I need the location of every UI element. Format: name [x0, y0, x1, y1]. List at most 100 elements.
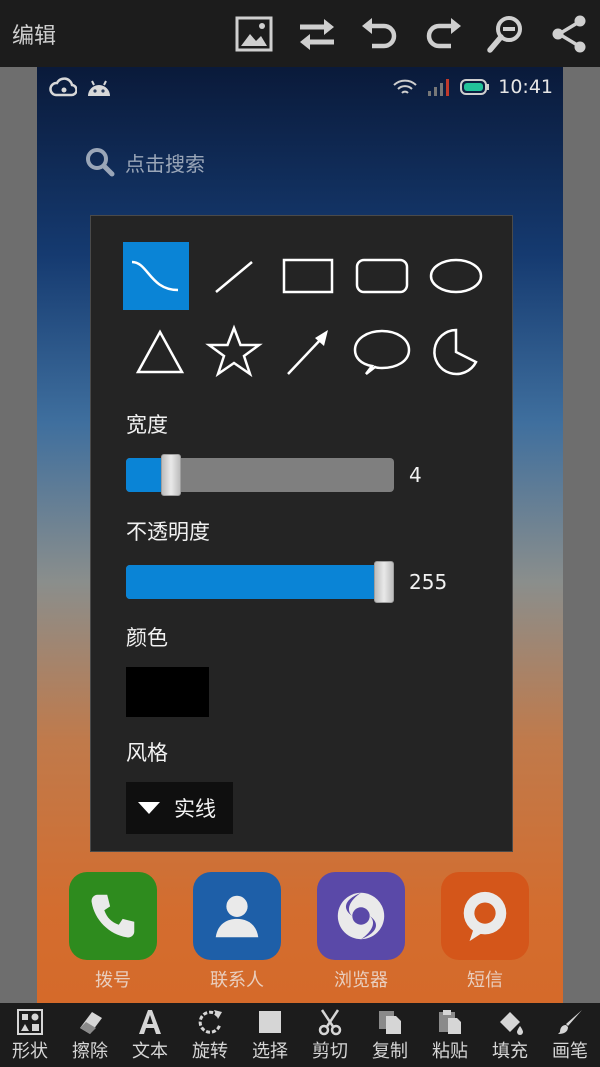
rounded-rectangle-icon — [355, 258, 409, 294]
swap-button[interactable] — [285, 0, 348, 67]
tool-label: 选择 — [252, 1040, 288, 1062]
triangle-icon — [135, 329, 185, 374]
tool-label: 旋转 — [192, 1040, 228, 1062]
tool-label: 粘贴 — [432, 1040, 468, 1062]
tool-paste[interactable]: 粘贴 — [420, 1003, 480, 1067]
app-tile — [193, 872, 281, 960]
star-icon — [205, 324, 263, 378]
tool-fill[interactable]: 填充 — [480, 1003, 540, 1067]
opacity-value: 255 — [409, 570, 448, 594]
app-dock: 拨号 联系人 浏览器 短信 — [37, 867, 563, 1003]
color-label: 颜色 — [126, 626, 168, 650]
shape-speech-bubble[interactable] — [345, 318, 419, 386]
style-label: 风格 — [126, 741, 168, 765]
copy-icon — [379, 1010, 401, 1034]
top-action-bar: 编辑 — [0, 0, 600, 67]
app-browser: 浏览器 — [316, 872, 406, 992]
tool-label: 填充 — [492, 1040, 528, 1062]
tool-shapes[interactable]: 形状 — [0, 1003, 60, 1067]
arrow-icon — [287, 330, 328, 375]
scissors-icon — [318, 1008, 342, 1035]
shape-ellipse[interactable] — [419, 242, 493, 310]
redo-icon — [426, 17, 461, 48]
speech-bubble-icon — [353, 329, 411, 375]
app-label: 联系人 — [210, 970, 264, 991]
opacity-slider-fill — [126, 565, 384, 599]
width-label: 宽度 — [126, 413, 168, 437]
app-label: 浏览器 — [334, 970, 388, 991]
select-icon — [259, 1010, 281, 1033]
opacity-slider-thumb[interactable] — [374, 561, 394, 603]
zoom-out-icon — [486, 15, 522, 53]
shape-triangle[interactable] — [123, 318, 197, 386]
undo-icon — [361, 17, 396, 48]
phone-icon — [91, 894, 135, 938]
tool-cut[interactable]: 剪切 — [300, 1003, 360, 1067]
app-contacts: 联系人 — [192, 872, 282, 992]
tool-eraser[interactable]: 擦除 — [60, 1003, 120, 1067]
signal-icon — [428, 79, 450, 96]
message-icon — [463, 891, 507, 942]
app-label: 拨号 — [95, 970, 131, 991]
swap-icon — [299, 18, 334, 50]
shape-curve[interactable] — [123, 242, 189, 310]
shape-row — [123, 318, 493, 394]
tool-label: 画笔 — [552, 1040, 588, 1062]
image-button[interactable] — [222, 0, 285, 67]
tool-label: 文本 — [132, 1040, 168, 1062]
tool-copy[interactable]: 复制 — [360, 1003, 420, 1067]
screen-title: 编辑 — [12, 23, 57, 49]
search-placeholder: 点击搜索 — [125, 151, 205, 176]
tool-brush[interactable]: 画笔 — [540, 1003, 600, 1067]
app-tile — [69, 872, 157, 960]
share-button[interactable] — [537, 0, 600, 67]
android-icon — [88, 80, 110, 96]
line-style-value: 实线 — [174, 797, 216, 821]
shape-row — [123, 242, 493, 318]
status-bar: 10:41 — [37, 67, 563, 107]
eraser-icon — [80, 1011, 102, 1034]
zoom-out-button[interactable] — [474, 0, 537, 67]
status-time: 10:41 — [498, 76, 553, 98]
width-value: 4 — [409, 463, 422, 487]
app-label: 短信 — [467, 970, 503, 991]
shape-picker — [123, 242, 493, 394]
tool-text[interactable]: 文本 — [120, 1003, 180, 1067]
shape-pie[interactable] — [419, 318, 493, 386]
width-slider[interactable] — [126, 454, 394, 496]
app-tile — [441, 872, 529, 960]
line-icon — [215, 261, 253, 293]
shape-star[interactable] — [197, 318, 271, 386]
contacts-icon — [215, 895, 259, 938]
opacity-slider[interactable] — [126, 561, 394, 603]
rectangle-icon — [282, 258, 334, 294]
pie-icon — [433, 328, 478, 376]
redo-button[interactable] — [411, 0, 474, 67]
bottom-toolbar: 形状 擦除 文本 旋转 选择 剪切 复制 粘贴 填充 画笔 — [0, 1003, 600, 1067]
tool-select[interactable]: 选择 — [240, 1003, 300, 1067]
tool-label: 擦除 — [72, 1040, 108, 1062]
dropdown-arrow-icon — [138, 802, 160, 814]
tool-rotate[interactable]: 旋转 — [180, 1003, 240, 1067]
line-style-dropdown[interactable]: 实线 — [126, 782, 233, 834]
rotate-icon — [198, 1009, 222, 1034]
shapes-icon — [17, 1008, 43, 1035]
tool-label: 剪切 — [312, 1040, 348, 1062]
shape-rounded-rectangle[interactable] — [345, 242, 419, 310]
opacity-label: 不透明度 — [126, 520, 210, 544]
shape-arrow[interactable] — [271, 318, 345, 386]
brush-icon — [558, 1009, 582, 1034]
tool-label: 形状 — [12, 1040, 48, 1062]
app-dialer: 拨号 — [68, 872, 158, 992]
width-slider-thumb[interactable] — [161, 454, 181, 496]
top-actions — [222, 0, 600, 67]
shape-line[interactable] — [197, 242, 271, 310]
undo-button[interactable] — [348, 0, 411, 67]
app-tile — [317, 872, 405, 960]
image-icon — [235, 16, 272, 51]
color-swatch[interactable] — [126, 667, 209, 717]
fill-icon — [500, 1011, 523, 1035]
text-icon — [139, 1009, 161, 1034]
shape-rectangle[interactable] — [271, 242, 345, 310]
app-messages: 短信 — [440, 872, 530, 992]
